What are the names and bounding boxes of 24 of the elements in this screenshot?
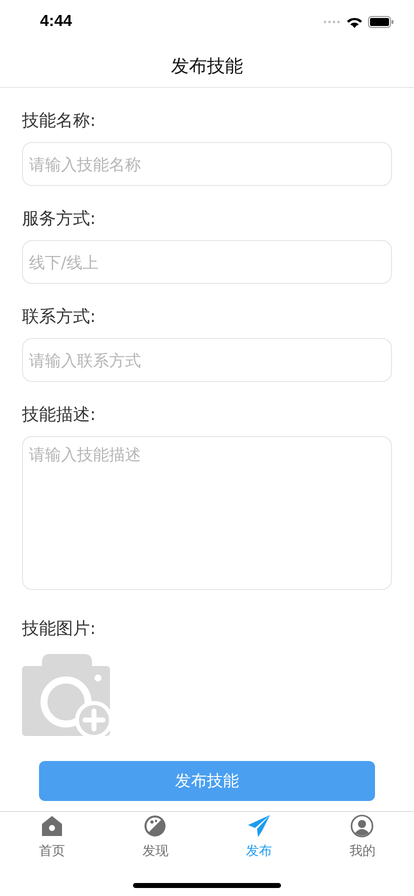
submit-button[interactable]: 发布技能 [39, 761, 375, 801]
signal-icon [323, 20, 341, 24]
field-label: 技能名称: [22, 110, 97, 132]
home-icon [40, 814, 64, 838]
tab-item[interactable]: 我的 [310, 812, 414, 862]
text-area[interactable]: 请输入技能描述 [22, 436, 392, 590]
add-photo-icon[interactable] [22, 654, 112, 738]
input-field[interactable]: 请输入联系方式 [22, 338, 392, 382]
battery-icon [368, 16, 394, 28]
field-label: 技能图片: [22, 618, 97, 640]
page-title: 发布技能 [171, 54, 243, 78]
input-field[interactable]: 线下/线上 [22, 240, 392, 284]
field-label: 技能描述: [22, 404, 97, 426]
paper-plane-icon [246, 814, 271, 838]
tab-item[interactable]: 首页 [0, 812, 104, 862]
field-label: 联系方式: [22, 306, 97, 328]
planet-icon [143, 814, 168, 838]
tab-item[interactable]: 发现 [104, 812, 207, 862]
input-field[interactable]: 请输入技能名称 [22, 142, 392, 186]
tab-item[interactable]: 发布 [207, 812, 310, 862]
status-time: 4:44 [40, 13, 72, 31]
user-icon [350, 814, 374, 838]
wifi-icon [346, 16, 363, 28]
field-label: 服务方式: [22, 208, 97, 230]
